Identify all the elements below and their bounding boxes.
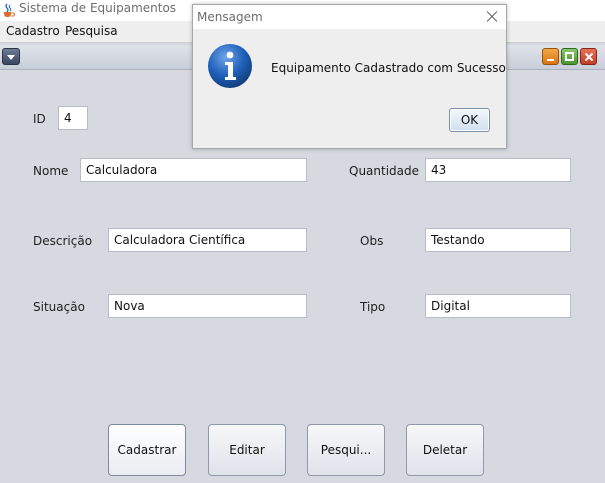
maximize-icon[interactable]: [561, 48, 578, 65]
minimize-icon[interactable]: [542, 48, 559, 65]
nome-field[interactable]: Calculadora: [80, 158, 307, 182]
message-dialog: Mensagem Equipamento Cadastrado com Suce…: [192, 4, 507, 149]
id-field[interactable]: 4: [58, 106, 88, 130]
label-quantidade: Quantidade: [349, 164, 420, 178]
window-title: Sistema de Equipamentos: [19, 1, 177, 15]
label-descricao: Descrição: [33, 234, 93, 248]
label-nome: Nome: [33, 164, 69, 178]
menu-cadastro[interactable]: Cadastro: [6, 24, 60, 38]
menu-pesquisa[interactable]: Pesquisa: [65, 24, 118, 38]
dialog-close-icon[interactable]: [483, 8, 501, 26]
label-obs: Obs: [360, 234, 384, 248]
label-tipo: Tipo: [360, 300, 386, 314]
dialog-title: Mensagem: [197, 10, 263, 24]
situacao-field[interactable]: Nova: [108, 294, 307, 318]
dialog-message: Equipamento Cadastrado com Sucesso: [271, 61, 506, 75]
java-coffee-icon: [4, 3, 15, 17]
frame-menu-icon[interactable]: [2, 48, 20, 65]
deletar-button[interactable]: Deletar: [406, 424, 484, 476]
label-id: ID: [33, 112, 46, 126]
info-icon: [208, 44, 252, 88]
close-icon[interactable]: [580, 48, 597, 65]
pesquisar-button[interactable]: Pesqui...: [307, 424, 385, 476]
cadastrar-button[interactable]: Cadastrar: [108, 424, 186, 476]
descricao-field[interactable]: Calculadora Científica: [108, 228, 307, 252]
label-situacao: Situação: [33, 300, 85, 314]
dialog-titlebar: Mensagem: [193, 5, 506, 29]
quantidade-field[interactable]: 43: [425, 158, 571, 182]
editar-button[interactable]: Editar: [208, 424, 286, 476]
tipo-field[interactable]: Digital: [425, 294, 571, 318]
ok-button[interactable]: OK: [449, 108, 490, 132]
obs-field[interactable]: Testando: [425, 228, 571, 252]
